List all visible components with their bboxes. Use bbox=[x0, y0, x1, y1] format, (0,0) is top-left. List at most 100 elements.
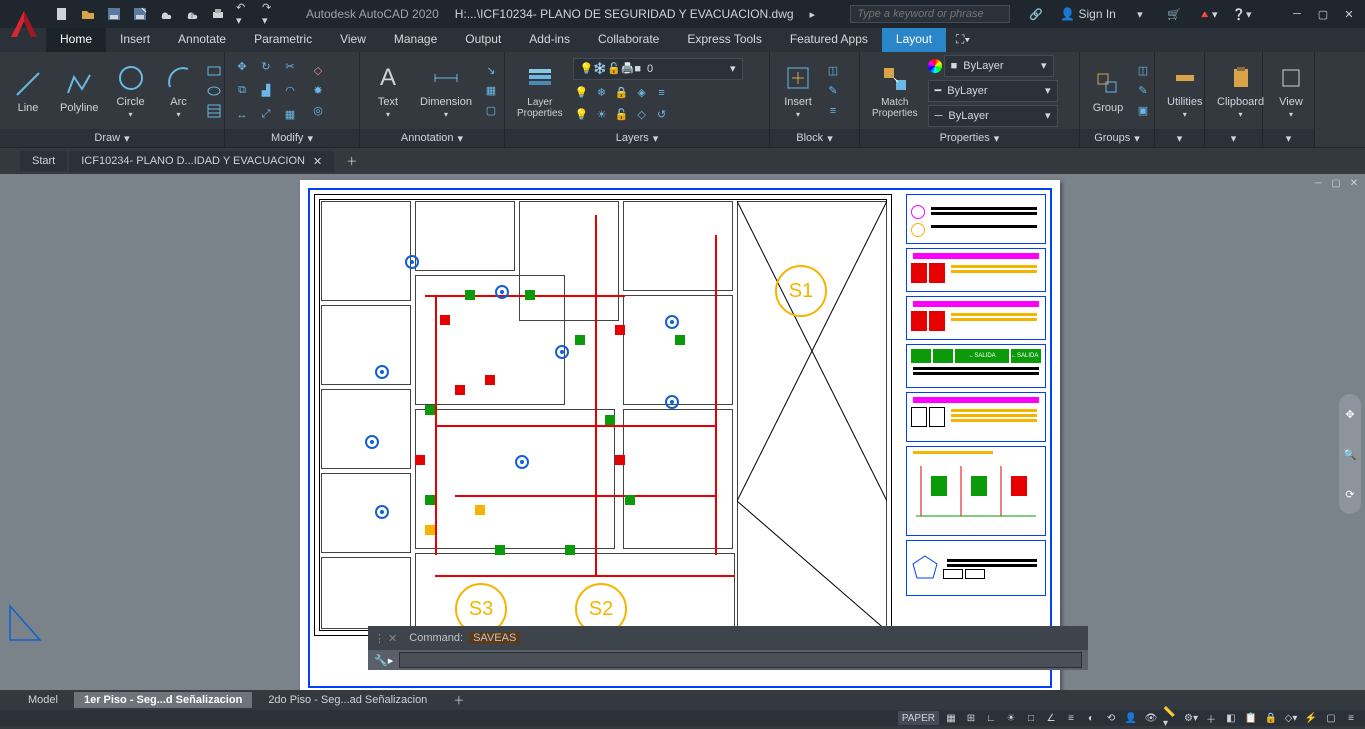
create-block-icon[interactable]: ◫ bbox=[824, 62, 842, 80]
close-button[interactable]: ✕ bbox=[1341, 6, 1357, 22]
panel-draw-title[interactable]: Draw ▾ bbox=[0, 129, 224, 147]
close-tab-icon[interactable]: ✕ bbox=[313, 155, 322, 168]
stretch-icon[interactable]: ↔ bbox=[231, 104, 253, 126]
navigation-bar[interactable]: ✥ 🔍 ⟳ bbox=[1339, 394, 1361, 514]
line-button[interactable]: Line bbox=[6, 66, 50, 116]
polyline-button[interactable]: Polyline bbox=[54, 66, 105, 116]
explode-icon[interactable]: ✸ bbox=[309, 82, 327, 100]
pan-icon[interactable]: ✥ bbox=[1345, 408, 1354, 421]
signin-button[interactable]: 👤 Sign In bbox=[1060, 7, 1116, 21]
app-dropdown[interactable]: 🔺▾ bbox=[1200, 6, 1216, 22]
trim-icon[interactable]: ✂ bbox=[279, 56, 301, 78]
layer-uniso-icon[interactable]: ◇ bbox=[633, 106, 651, 124]
paper-toggle[interactable]: PAPER bbox=[898, 711, 939, 725]
layout-1[interactable]: 1er Piso - Seg...d Señalizacion bbox=[74, 692, 252, 708]
panel-layers-title[interactable]: Layers ▾ bbox=[505, 129, 769, 147]
new-tab-button[interactable]: ＋ bbox=[336, 149, 367, 173]
vp-minimize-icon[interactable]: ─ bbox=[1311, 176, 1325, 190]
insert-block-button[interactable]: Insert▾ bbox=[776, 60, 820, 121]
group-select-icon[interactable]: ▣ bbox=[1134, 102, 1152, 120]
lineweight-selector[interactable]: ━ ByLayer▾ bbox=[928, 80, 1058, 102]
layer-freeze-icon[interactable]: ❄ bbox=[593, 84, 611, 102]
annomon-icon[interactable]: ＋ bbox=[1203, 711, 1219, 725]
layer-selector[interactable]: 💡❄️🔓🖨️■ 0▾ bbox=[573, 58, 743, 80]
layer-off-icon[interactable]: 💡 bbox=[573, 84, 591, 102]
panel-block-title[interactable]: Block ▾ bbox=[770, 129, 859, 147]
stay-connected-icon[interactable]: 🔗 bbox=[1028, 6, 1044, 22]
transparency-icon[interactable]: ◐ bbox=[1083, 711, 1099, 725]
tab-layout[interactable]: Layout bbox=[882, 28, 946, 52]
tab-express[interactable]: Express Tools bbox=[673, 28, 775, 52]
layer-unlock-icon[interactable]: 🔓 bbox=[613, 106, 631, 124]
otrack-icon[interactable]: ∠ bbox=[1043, 711, 1059, 725]
zoom-icon[interactable]: 🔍 bbox=[1343, 448, 1357, 461]
panel-utilities-title[interactable]: ▾ bbox=[1155, 129, 1204, 147]
workspace-icon[interactable]: ⚙▾ bbox=[1183, 711, 1199, 725]
color-selector[interactable]: ■ ByLayer▾ bbox=[944, 55, 1054, 77]
ellipse-icon[interactable] bbox=[205, 82, 223, 100]
undo-icon[interactable]: ↶ ▾ bbox=[236, 6, 252, 22]
hatch-icon[interactable] bbox=[205, 102, 223, 120]
circle-button[interactable]: Circle▾ bbox=[109, 60, 153, 121]
file-tab-dwg[interactable]: ICF10234- PLANO D...IDAD Y EVACUACION✕ bbox=[69, 151, 334, 172]
layer-properties-button[interactable]: Layer Properties bbox=[511, 61, 569, 121]
search-input[interactable] bbox=[850, 5, 1010, 23]
panel-view-title[interactable]: ▾ bbox=[1263, 129, 1314, 147]
exchange-dropdown[interactable]: ▾ bbox=[1132, 6, 1148, 22]
scale-icon[interactable]: ⤢ bbox=[255, 104, 277, 126]
ortho-icon[interactable]: ∟ bbox=[983, 711, 999, 725]
tab-collaborate[interactable]: Collaborate bbox=[584, 28, 673, 52]
linetype-selector[interactable]: ─ ByLayer▾ bbox=[928, 105, 1058, 127]
layout-2[interactable]: 2do Piso - Seg...ad Señalizacion bbox=[258, 692, 437, 708]
table-icon[interactable]: ▦ bbox=[482, 82, 500, 100]
polar-icon[interactable]: ☀ bbox=[1003, 711, 1019, 725]
group-edit-icon[interactable]: ✎ bbox=[1134, 82, 1152, 100]
layer-iso-icon[interactable]: ◈ bbox=[633, 84, 651, 102]
lwt-icon[interactable]: ≡ bbox=[1063, 711, 1079, 725]
layout-add[interactable]: ＋ bbox=[443, 690, 474, 710]
command-line[interactable]: ⋮ ✕Command: SAVEAS 🔧▸ bbox=[368, 626, 1088, 670]
wipeout-icon[interactable]: ▢ bbox=[482, 102, 500, 120]
cycling-icon[interactable]: ⟲ bbox=[1103, 711, 1119, 725]
panel-clipboard-title[interactable]: ▾ bbox=[1205, 129, 1262, 147]
grid-icon[interactable]: ▦ bbox=[943, 711, 959, 725]
move-icon[interactable]: ✥ bbox=[231, 56, 253, 78]
cloud-save-icon[interactable] bbox=[184, 6, 200, 22]
layer-on-icon[interactable]: 💡 bbox=[573, 106, 591, 124]
text-button[interactable]: AText▾ bbox=[366, 60, 410, 121]
mirror-icon[interactable]: ▟ bbox=[255, 80, 277, 102]
qprop-icon[interactable]: 📋 bbox=[1243, 711, 1259, 725]
copy-icon[interactable]: ⧉ bbox=[231, 80, 253, 102]
cloud-open-icon[interactable] bbox=[158, 6, 174, 22]
vp-close-icon[interactable]: ✕ bbox=[1347, 176, 1361, 190]
arc-button[interactable]: Arc▾ bbox=[157, 60, 201, 121]
tab-manage[interactable]: Manage bbox=[380, 28, 451, 52]
redo-icon[interactable]: ↷ ▾ bbox=[262, 6, 278, 22]
drawing-canvas[interactable]: ─ ▢ ✕ bbox=[0, 174, 1365, 690]
layout-model[interactable]: Model bbox=[18, 692, 68, 708]
erase-icon[interactable]: ◇ bbox=[309, 62, 327, 80]
cmd-handle-icon[interactable]: 🔧▸ bbox=[374, 654, 393, 667]
match-properties-button[interactable]: Match Properties bbox=[866, 61, 924, 121]
paste-button[interactable]: Clipboard▾ bbox=[1211, 60, 1270, 121]
open-icon[interactable] bbox=[80, 6, 96, 22]
dimension-button[interactable]: Dimension▾ bbox=[414, 60, 478, 121]
annoscale-icon[interactable]: 👤 bbox=[1123, 711, 1139, 725]
file-tab-start[interactable]: Start bbox=[20, 151, 67, 171]
rectangle-icon[interactable] bbox=[205, 62, 223, 80]
tab-view[interactable]: View bbox=[326, 28, 380, 52]
tab-insert[interactable]: Insert bbox=[106, 28, 164, 52]
minimize-button[interactable]: ─ bbox=[1289, 6, 1305, 22]
maximize-button[interactable]: ▢ bbox=[1315, 6, 1331, 22]
panel-annotation-title[interactable]: Annotation ▾ bbox=[360, 129, 504, 147]
edit-block-icon[interactable]: ✎ bbox=[824, 82, 842, 100]
app-menu-button[interactable] bbox=[4, 4, 44, 44]
group-button[interactable]: Group bbox=[1086, 66, 1130, 116]
ribbon-settings-icon[interactable]: ⛶▾ bbox=[946, 28, 980, 52]
rotate-icon[interactable]: ↻ bbox=[255, 56, 277, 78]
orbit-icon[interactable]: ⟳ bbox=[1345, 488, 1354, 501]
offset-icon[interactable]: ◎ bbox=[309, 102, 327, 120]
hw-accel-icon[interactable]: ⚡ bbox=[1303, 711, 1319, 725]
leader-icon[interactable]: ↘ bbox=[482, 62, 500, 80]
customize-icon[interactable]: ≡ bbox=[1343, 711, 1359, 725]
